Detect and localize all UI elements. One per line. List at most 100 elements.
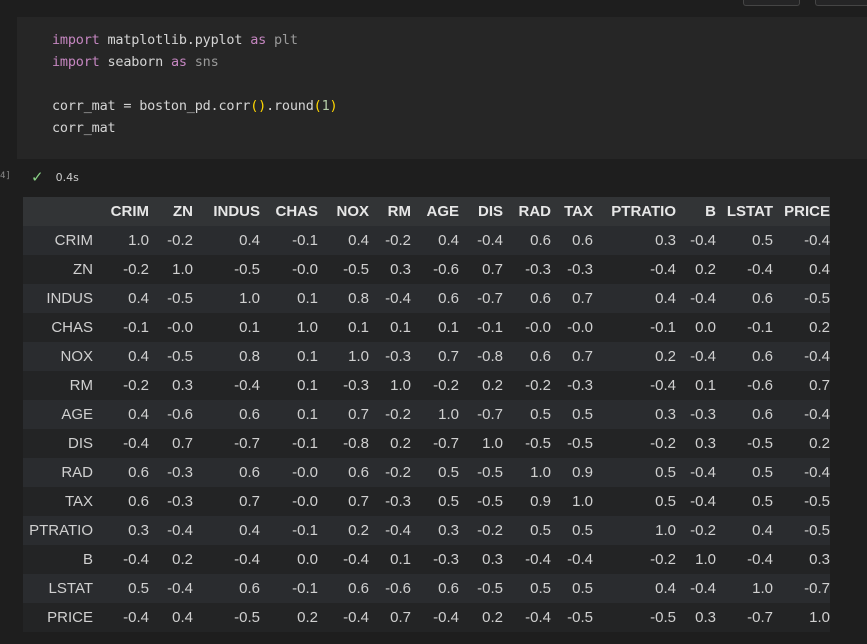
table-cell: 0.1 — [390, 319, 411, 336]
table-cell: -0.5 — [477, 464, 503, 481]
table-cell: -0.3 — [567, 377, 593, 394]
table-cell: -0.1 — [292, 522, 318, 539]
table-cell: 0.2 — [809, 319, 830, 336]
row-header: PTRATIO — [29, 522, 93, 539]
table-cell: -0.4 — [804, 406, 830, 423]
table-cell: -0.6 — [167, 406, 193, 423]
row-header: LSTAT — [48, 580, 93, 597]
table-cell: -0.2 — [525, 377, 551, 394]
table-cell: -0.3 — [385, 493, 411, 510]
table-cell: -0.4 — [525, 551, 551, 568]
table-cell: 0.3 — [482, 551, 503, 568]
table-cell: -0.5 — [477, 580, 503, 597]
table-cell: 0.2 — [655, 348, 676, 365]
table-cell: 0.6 — [239, 406, 260, 423]
table-cell: -0.2 — [385, 406, 411, 423]
table-cell: 1.0 — [572, 493, 593, 510]
table-cell: -0.4 — [167, 522, 193, 539]
table-cell: 0.6 — [530, 290, 551, 307]
code-line: import seaborn as sns — [52, 54, 219, 70]
table-cell: -0.8 — [343, 435, 369, 452]
execution-duration: 0.4s — [55, 170, 79, 184]
table-cell: -0.5 — [804, 522, 830, 539]
column-header: CHAS — [275, 203, 318, 220]
table-cell: 0.5 — [438, 493, 459, 510]
row-header: B — [82, 551, 93, 568]
table-cell: 0.7 — [390, 609, 411, 626]
cell-toolbar-button[interactable] — [815, 0, 867, 6]
table-row: RAD 0.6 -0.3 0.6 -0.0 0.6 -0.2 0.5 -0.5 1.0 0.9 0.5… — [23, 458, 830, 487]
table-cell: 0.5 — [530, 580, 551, 597]
table-row: AGE 0.4 -0.6 0.6 0.1 0.7 -0.2 1.0 -0.7 0.5 0.5 0.3-… — [23, 400, 830, 429]
row-header: INDUS — [46, 290, 93, 307]
table-cell: 0.4 — [438, 232, 459, 249]
column-header: TAX — [564, 203, 593, 220]
table-cell: 1.0 — [655, 522, 676, 539]
table-row: NOX 0.4 -0.5 0.8 0.1 1.0 -0.3 0.7 -0.8 0.6 0.7 0.2-… — [23, 342, 830, 371]
table-cell: -0.7 — [433, 435, 459, 452]
table-cell: 0.3 — [655, 232, 676, 249]
column-header: INDUS — [213, 203, 260, 220]
table-header-row: CRIM ZN INDUS CHAS NOX RM AGE DIS RAD TAX PTRATIO B… — [23, 197, 830, 226]
table-cell: 0.6 — [530, 232, 551, 249]
table-cell: 0.1 — [297, 406, 318, 423]
table-cell: -0.4 — [650, 377, 676, 394]
row-header: TAX — [64, 493, 93, 510]
table-cell: 0.7 — [572, 348, 593, 365]
table-cell: 0.1 — [438, 319, 459, 336]
table-cell: 1.0 — [752, 580, 773, 597]
code-cell[interactable]: import matplotlib.pyplot as plt import se… — [17, 17, 867, 159]
table-cell: -0.2 — [690, 522, 716, 539]
table-cell: 0.5 — [752, 232, 773, 249]
table-cell: -0.2 — [123, 377, 149, 394]
table-cell: 0.4 — [752, 522, 773, 539]
table-cell: 1.0 — [348, 348, 369, 365]
table-cell: 0.3 — [172, 377, 193, 394]
table-corner — [23, 197, 93, 226]
table-cell: 0.3 — [438, 522, 459, 539]
table-cell: -0.5 — [567, 609, 593, 626]
table-cell: -0.1 — [477, 319, 503, 336]
table-cell: 0.1 — [239, 319, 260, 336]
table-cell: 0.3 — [128, 522, 149, 539]
table-cell: 0.5 — [572, 522, 593, 539]
table-cell: 0.4 — [348, 232, 369, 249]
table-row: LSTAT 0.5 -0.4 0.6 -0.1 0.6 -0.6 0.6 -0.5 0.5 0.5 0… — [23, 574, 830, 603]
row-header: CRIM — [54, 232, 93, 249]
table-cell: -0.4 — [747, 551, 773, 568]
table-cell: -0.4 — [234, 551, 260, 568]
table-cell: 1.0 — [695, 551, 716, 568]
table-cell: -0.1 — [292, 435, 318, 452]
table-cell: -0.6 — [385, 580, 411, 597]
table-cell: 0.0 — [297, 551, 318, 568]
row-header: CHAS — [51, 319, 93, 336]
table-cell: -0.7 — [477, 406, 503, 423]
table-cell: -0.4 — [747, 261, 773, 278]
table-cell: -0.4 — [167, 580, 193, 597]
table-cell: 0.7 — [809, 377, 830, 394]
table-cell: 0.6 — [752, 348, 773, 365]
row-header: RAD — [61, 464, 93, 481]
cell-status: ✓ 0.4s — [31, 168, 79, 186]
code-token: plt — [266, 32, 298, 48]
table-cell: -0.4 — [690, 464, 716, 481]
table-cell: -0.4 — [567, 551, 593, 568]
table-cell: 0.8 — [348, 290, 369, 307]
table-cell: 0.4 — [172, 609, 193, 626]
table-cell: 0.4 — [128, 290, 149, 307]
table-row: DIS -0.4 0.7 -0.7 -0.1 -0.8 0.2 -0.7 1.0 -0.5 -0.5… — [23, 429, 830, 458]
table-cell: -0.3 — [690, 406, 716, 423]
table-cell: -0.2 — [433, 377, 459, 394]
table-cell: 0.2 — [348, 522, 369, 539]
table-cell: -0.4 — [343, 609, 369, 626]
table-cell: 0.4 — [655, 290, 676, 307]
table-cell: -0.7 — [747, 609, 773, 626]
table-cell: -0.2 — [650, 435, 676, 452]
table-cell: -0.5 — [167, 348, 193, 365]
code-token: seaborn — [99, 54, 171, 70]
cell-toolbar-button[interactable] — [743, 0, 800, 6]
row-header: RM — [69, 377, 93, 394]
table-cell: 0.6 — [530, 348, 551, 365]
table-row: ZN -0.2 1.0 -0.5 -0.0 -0.5 0.3 -0.6 0.7 -0.3 -0.3 -… — [23, 255, 830, 284]
table-cell: 1.0 — [172, 261, 193, 278]
